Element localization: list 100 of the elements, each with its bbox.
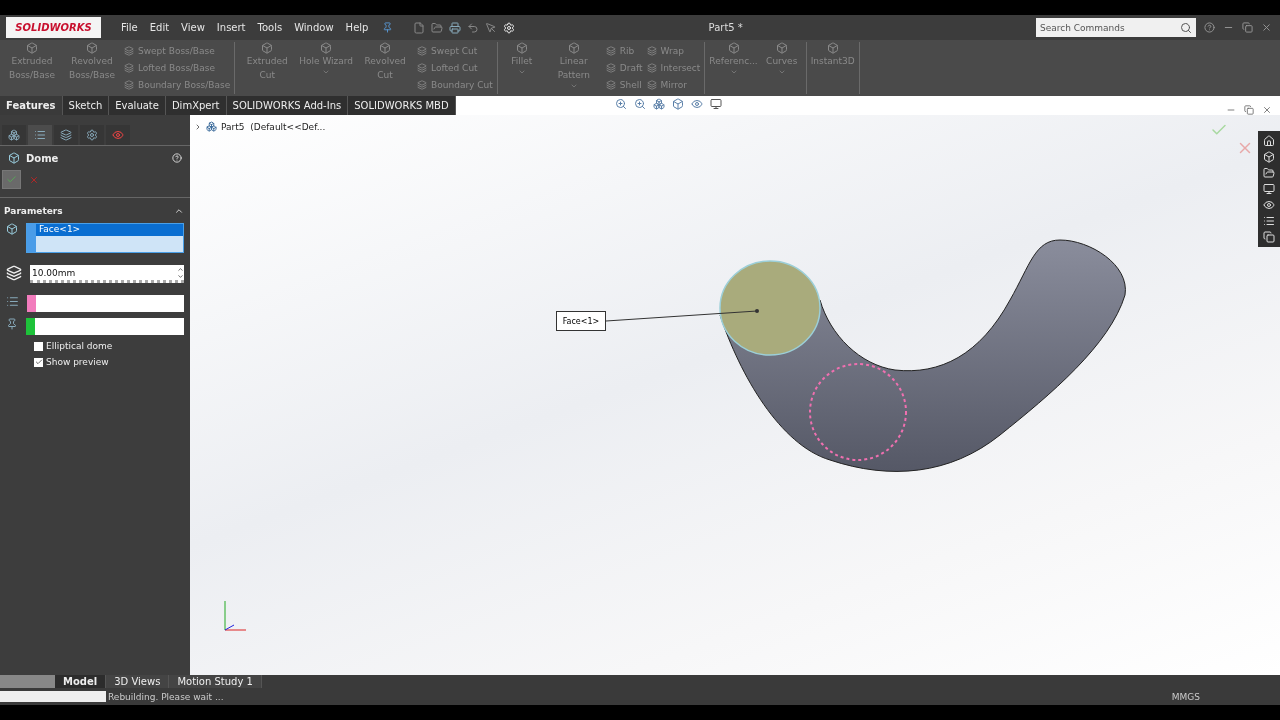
search-field[interactable]: Search Commands	[1036, 18, 1196, 37]
collapse-icon[interactable]	[174, 206, 184, 216]
app-logo: SOLIDWORKS	[6, 17, 101, 38]
dropdown-caret-icon[interactable]	[729, 68, 738, 76]
units-indicator[interactable]: MMGS	[1171, 691, 1200, 702]
command-icon	[124, 80, 134, 91]
close-icon[interactable]	[1261, 22, 1272, 33]
model-tab[interactable]: Motion Study 1	[169, 675, 262, 688]
ribbon-command[interactable]: Rib	[605, 45, 643, 56]
zoom-icon[interactable]	[615, 98, 627, 110]
ribbon-command[interactable]: Lofted Cut	[417, 63, 493, 73]
menu-item[interactable]: Tools	[251, 22, 289, 33]
layers-icon	[60, 129, 72, 141]
ribbon-command[interactable]: Linear Pattern	[545, 42, 602, 94]
ribbon-command[interactable]: Swept Boss/Base	[124, 45, 231, 56]
menu-item[interactable]: Edit	[143, 22, 176, 33]
command-icon	[646, 45, 657, 56]
new-icon[interactable]	[413, 21, 426, 34]
command-tab[interactable]: SOLIDWORKS MBD	[348, 96, 456, 115]
feature-tree-tab[interactable]	[2, 125, 26, 145]
ribbon-command[interactable]: Boundary Cut	[417, 80, 493, 91]
dropdown-caret-icon[interactable]	[517, 68, 526, 76]
folder-icon[interactable]	[1263, 167, 1275, 179]
command-icon	[417, 63, 428, 73]
ribbon-command[interactable]: Instant3D	[810, 42, 855, 94]
model-tab[interactable]: Model	[55, 675, 107, 688]
menu-item[interactable]: Help	[339, 22, 375, 33]
command-icon	[417, 45, 428, 56]
command-tab[interactable]: SOLIDWORKS Add-Ins	[226, 96, 349, 115]
ribbon-command[interactable]: Lofted Boss/Base	[124, 63, 231, 73]
command-icon	[26, 42, 38, 54]
command-tab[interactable]: DimXpert	[165, 96, 227, 115]
command-icon	[124, 63, 134, 73]
command-icon	[646, 63, 657, 73]
command-icon	[646, 80, 657, 91]
property-manager-tab[interactable]	[28, 125, 52, 145]
close-icon[interactable]	[1262, 105, 1272, 115]
dropdown-caret-icon[interactable]	[322, 68, 331, 76]
direction-field[interactable]	[27, 295, 184, 312]
dimxpert-tab[interactable]	[80, 125, 104, 145]
distance-field[interactable]: 10.00mm	[30, 265, 184, 283]
properties-icon[interactable]	[1263, 215, 1275, 227]
ribbon-command[interactable]: Intersect	[646, 63, 701, 73]
command-tab[interactable]: Features	[0, 96, 63, 115]
spin-up-icon[interactable]	[177, 265, 184, 273]
spin-down-icon[interactable]	[177, 272, 184, 280]
parts-icon	[8, 129, 20, 141]
restore-icon[interactable]	[1242, 22, 1253, 33]
document-title: Part5 *	[707, 22, 744, 33]
home-icon[interactable]	[1263, 135, 1275, 147]
command-icon	[605, 63, 616, 73]
ribbon-command[interactable]: Curves	[761, 42, 802, 94]
ribbon-command[interactable]: Extruded Cut	[239, 42, 296, 94]
expand-icon[interactable]	[194, 122, 202, 131]
constraint-field[interactable]	[26, 318, 184, 335]
monitor-icon[interactable]	[710, 98, 722, 110]
ribbon-command[interactable]: Referenc...	[709, 42, 758, 94]
command-icon	[515, 42, 528, 54]
ribbon-command[interactable]: Shell	[605, 80, 643, 91]
search-icon[interactable]	[1180, 21, 1192, 34]
ribbon-command[interactable]: Hole Wizard	[299, 42, 354, 94]
menu-item[interactable]: View	[175, 22, 211, 33]
configuration-tab[interactable]	[54, 125, 78, 145]
print-icon[interactable]	[449, 21, 462, 34]
faces-list[interactable]: Face<1>	[26, 223, 184, 253]
appearance-tab[interactable]	[106, 125, 130, 145]
dropdown-caret-icon[interactable]	[569, 82, 578, 90]
tree-item[interactable]: Part5 (Default<<Def...	[221, 121, 326, 132]
pin-icon[interactable]	[382, 22, 394, 33]
ribbon-command[interactable]: Swept Cut	[417, 45, 493, 56]
restore-icon[interactable]	[1244, 105, 1254, 115]
ribbon-command[interactable]: Mirror	[646, 80, 701, 91]
check-icon	[6, 174, 17, 185]
command-tab[interactable]: Sketch	[62, 96, 110, 115]
undo-icon[interactable]	[467, 21, 480, 34]
face-list-item[interactable]: Face<1>	[36, 224, 183, 236]
select-icon[interactable]	[485, 21, 498, 34]
help-icon[interactable]	[1204, 22, 1215, 33]
ribbon-command[interactable]: Revolved Cut	[357, 42, 414, 94]
ribbon-command[interactable]: Extruded Boss/Base	[4, 42, 60, 94]
zoom-area-icon[interactable]	[634, 98, 646, 110]
menu-item[interactable]: File	[115, 22, 144, 33]
open-icon[interactable]	[431, 21, 444, 34]
dropdown-caret-icon[interactable]	[777, 68, 786, 76]
command-icon	[261, 42, 274, 54]
checkbox[interactable]	[34, 357, 43, 367]
command-icon	[379, 42, 392, 54]
checkbox[interactable]	[34, 341, 43, 351]
eye-icon	[112, 129, 124, 141]
ribbon-command[interactable]: Draft	[605, 63, 643, 73]
command-icon	[86, 42, 98, 54]
menu-item[interactable]: Window	[288, 22, 340, 33]
model-tab[interactable]: 3D Views	[106, 675, 170, 688]
eye-icon[interactable]	[691, 98, 703, 110]
ribbon-command[interactable]: Wrap	[646, 45, 701, 56]
ribbon-command[interactable]: Revolved Boss/Base	[64, 42, 120, 94]
panel-title: Dome	[26, 152, 59, 164]
menu-item[interactable]: Insert	[210, 22, 252, 33]
command-tab[interactable]: Evaluate	[109, 96, 166, 115]
settings-icon[interactable]	[503, 21, 516, 34]
